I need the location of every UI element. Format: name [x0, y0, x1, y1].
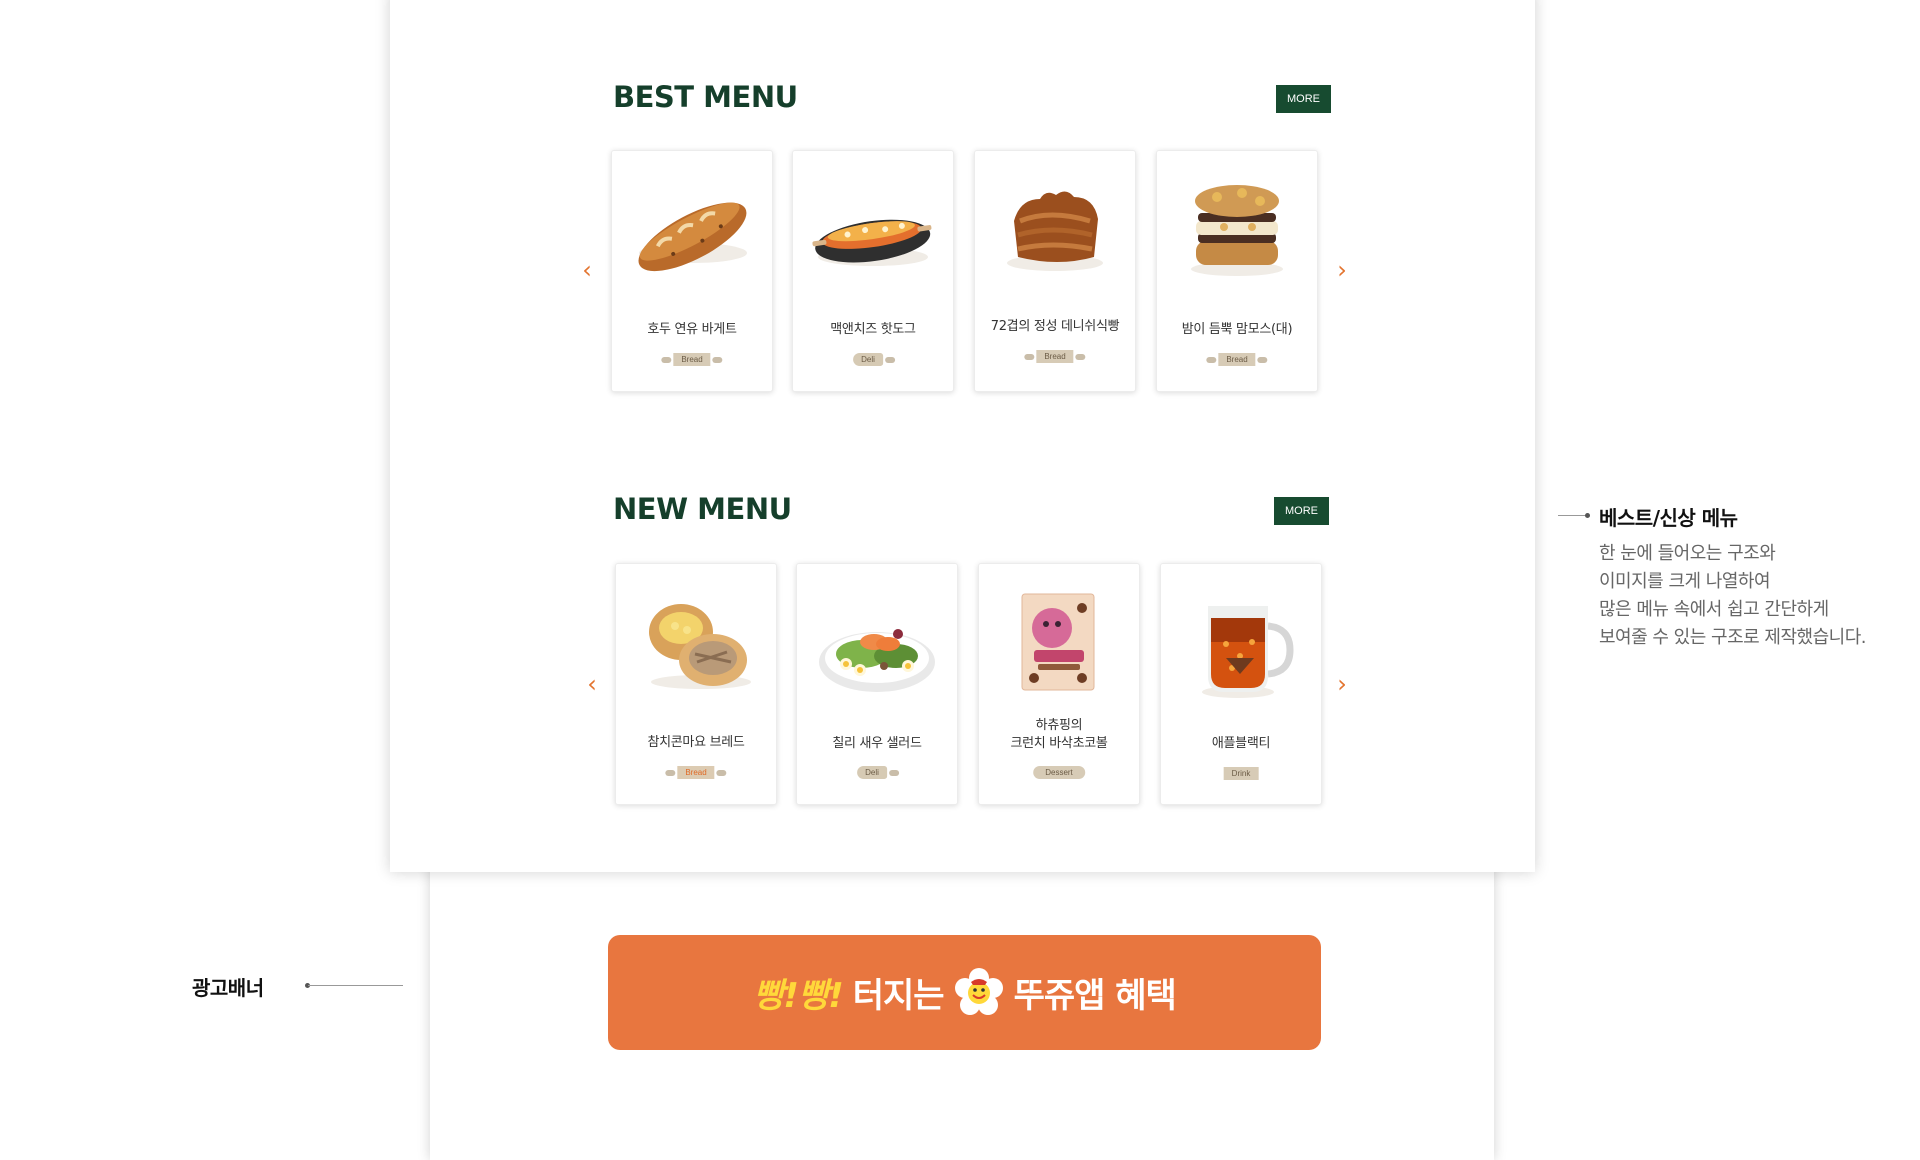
category-tag-label: Dessert: [1033, 766, 1085, 779]
category-tag: Deli: [851, 353, 895, 366]
new-menu-next-arrow-icon[interactable]: ›: [1333, 671, 1351, 697]
best-menu-prev-arrow-icon[interactable]: ‹: [578, 257, 596, 283]
choco-ball-package-image: [1021, 593, 1095, 691]
category-tag: Bread: [661, 353, 723, 366]
best-menu-more-button[interactable]: MORE: [1276, 85, 1331, 113]
category-tag: Bread: [1206, 353, 1268, 366]
menu-item-name: 참치콘마요 브레드: [647, 735, 745, 750]
category-tag: Dessert: [1031, 766, 1087, 779]
category-tag: Drink: [1222, 767, 1261, 780]
menu-annotation-leader-line: [1558, 515, 1588, 516]
menu-item-name: 72겹의 정성 데니쉬식빵: [990, 319, 1120, 334]
new-menu-item-card[interactable]: 하츄핑의 크런치 바삭초코볼 Dessert: [978, 563, 1140, 805]
new-menu-item-card[interactable]: 애플블랙티 Drink: [1160, 563, 1322, 805]
menu-item-name: 밤이 듬뿍 맘모스(대): [1181, 322, 1293, 337]
smiley-flower-icon: [954, 967, 1003, 1015]
menu-annotation-dot: [1585, 513, 1590, 518]
category-tag-label: Drink: [1223, 767, 1259, 780]
category-tag: Deli: [855, 766, 899, 779]
new-menu-item-card[interactable]: 참치콘마요 브레드 Bread: [615, 563, 777, 805]
best-menu-title: BEST MENU: [613, 80, 798, 114]
new-menu-more-button[interactable]: MORE: [1274, 497, 1329, 525]
category-tag: Bread: [665, 766, 727, 779]
new-menu-title: NEW MENU: [613, 492, 792, 526]
danish-bread-image: [1007, 191, 1103, 271]
category-tag-label: Bread: [1218, 353, 1256, 366]
ad-banner[interactable]: 빵!빵! 터지는 뚜쥬앱 혜택: [608, 935, 1321, 1050]
category-tag: Bread: [1024, 350, 1086, 363]
menu-item-name: 호두 연유 바게트: [647, 322, 737, 337]
menu-item-name: 애플블랙티: [1211, 736, 1271, 751]
category-tag-label: Bread: [677, 766, 715, 779]
menu-item-name: 맥앤치즈 핫도그: [830, 322, 916, 337]
ad-banner-text-2: 뚜쥬앱 혜택: [1013, 976, 1177, 1016]
category-tag-label: Bread: [1036, 350, 1074, 363]
best-menu-item-card[interactable]: 72겹의 정성 데니쉬식빵 Bread: [974, 150, 1136, 392]
menu-item-name: 하츄핑의 크런치 바삭초코볼: [1010, 718, 1108, 751]
category-tag-label: Bread: [673, 353, 711, 366]
ad-banner-text-1: 터지는: [852, 976, 945, 1016]
menu-annotation-title: 베스트/신상 메뉴: [1599, 506, 1738, 530]
category-tag-label: Deli: [857, 766, 887, 779]
menu-annotation-description: 한 눈에 들어오는 구조와 이미지를 크게 나열하여 많은 메뉴 속에서 쉽고 …: [1599, 543, 1867, 648]
new-menu-prev-arrow-icon[interactable]: ‹: [583, 671, 601, 697]
menu-panel: [390, 0, 1535, 872]
new-menu-item-card[interactable]: 칠리 새우 샐러드 Deli: [796, 563, 958, 805]
best-menu-item-card[interactable]: 호두 연유 바게트 Bread: [611, 150, 773, 392]
menu-item-name: 칠리 새우 샐러드: [832, 736, 922, 751]
baguette-image: [638, 202, 747, 272]
best-menu-item-card[interactable]: 맥앤치즈 핫도그 Deli: [792, 150, 954, 392]
tuna-bread-image: [649, 604, 751, 689]
best-menu-next-arrow-icon[interactable]: ›: [1333, 257, 1351, 283]
best-menu-item-card[interactable]: 밤이 듬뿍 맘모스(대) Bread: [1156, 150, 1318, 392]
category-tag-label: Deli: [853, 353, 883, 366]
shrimp-salad-image: [819, 629, 935, 692]
banner-annotation-leader-line: [308, 985, 403, 986]
mammoth-bread-image: [1191, 185, 1283, 276]
apple-black-tea-image: [1202, 606, 1294, 698]
banner-annotation-title: 광고배너: [192, 976, 264, 1000]
ad-banner-highlight-text: 빵!빵!: [753, 976, 844, 1016]
hotdog-image: [812, 219, 932, 266]
